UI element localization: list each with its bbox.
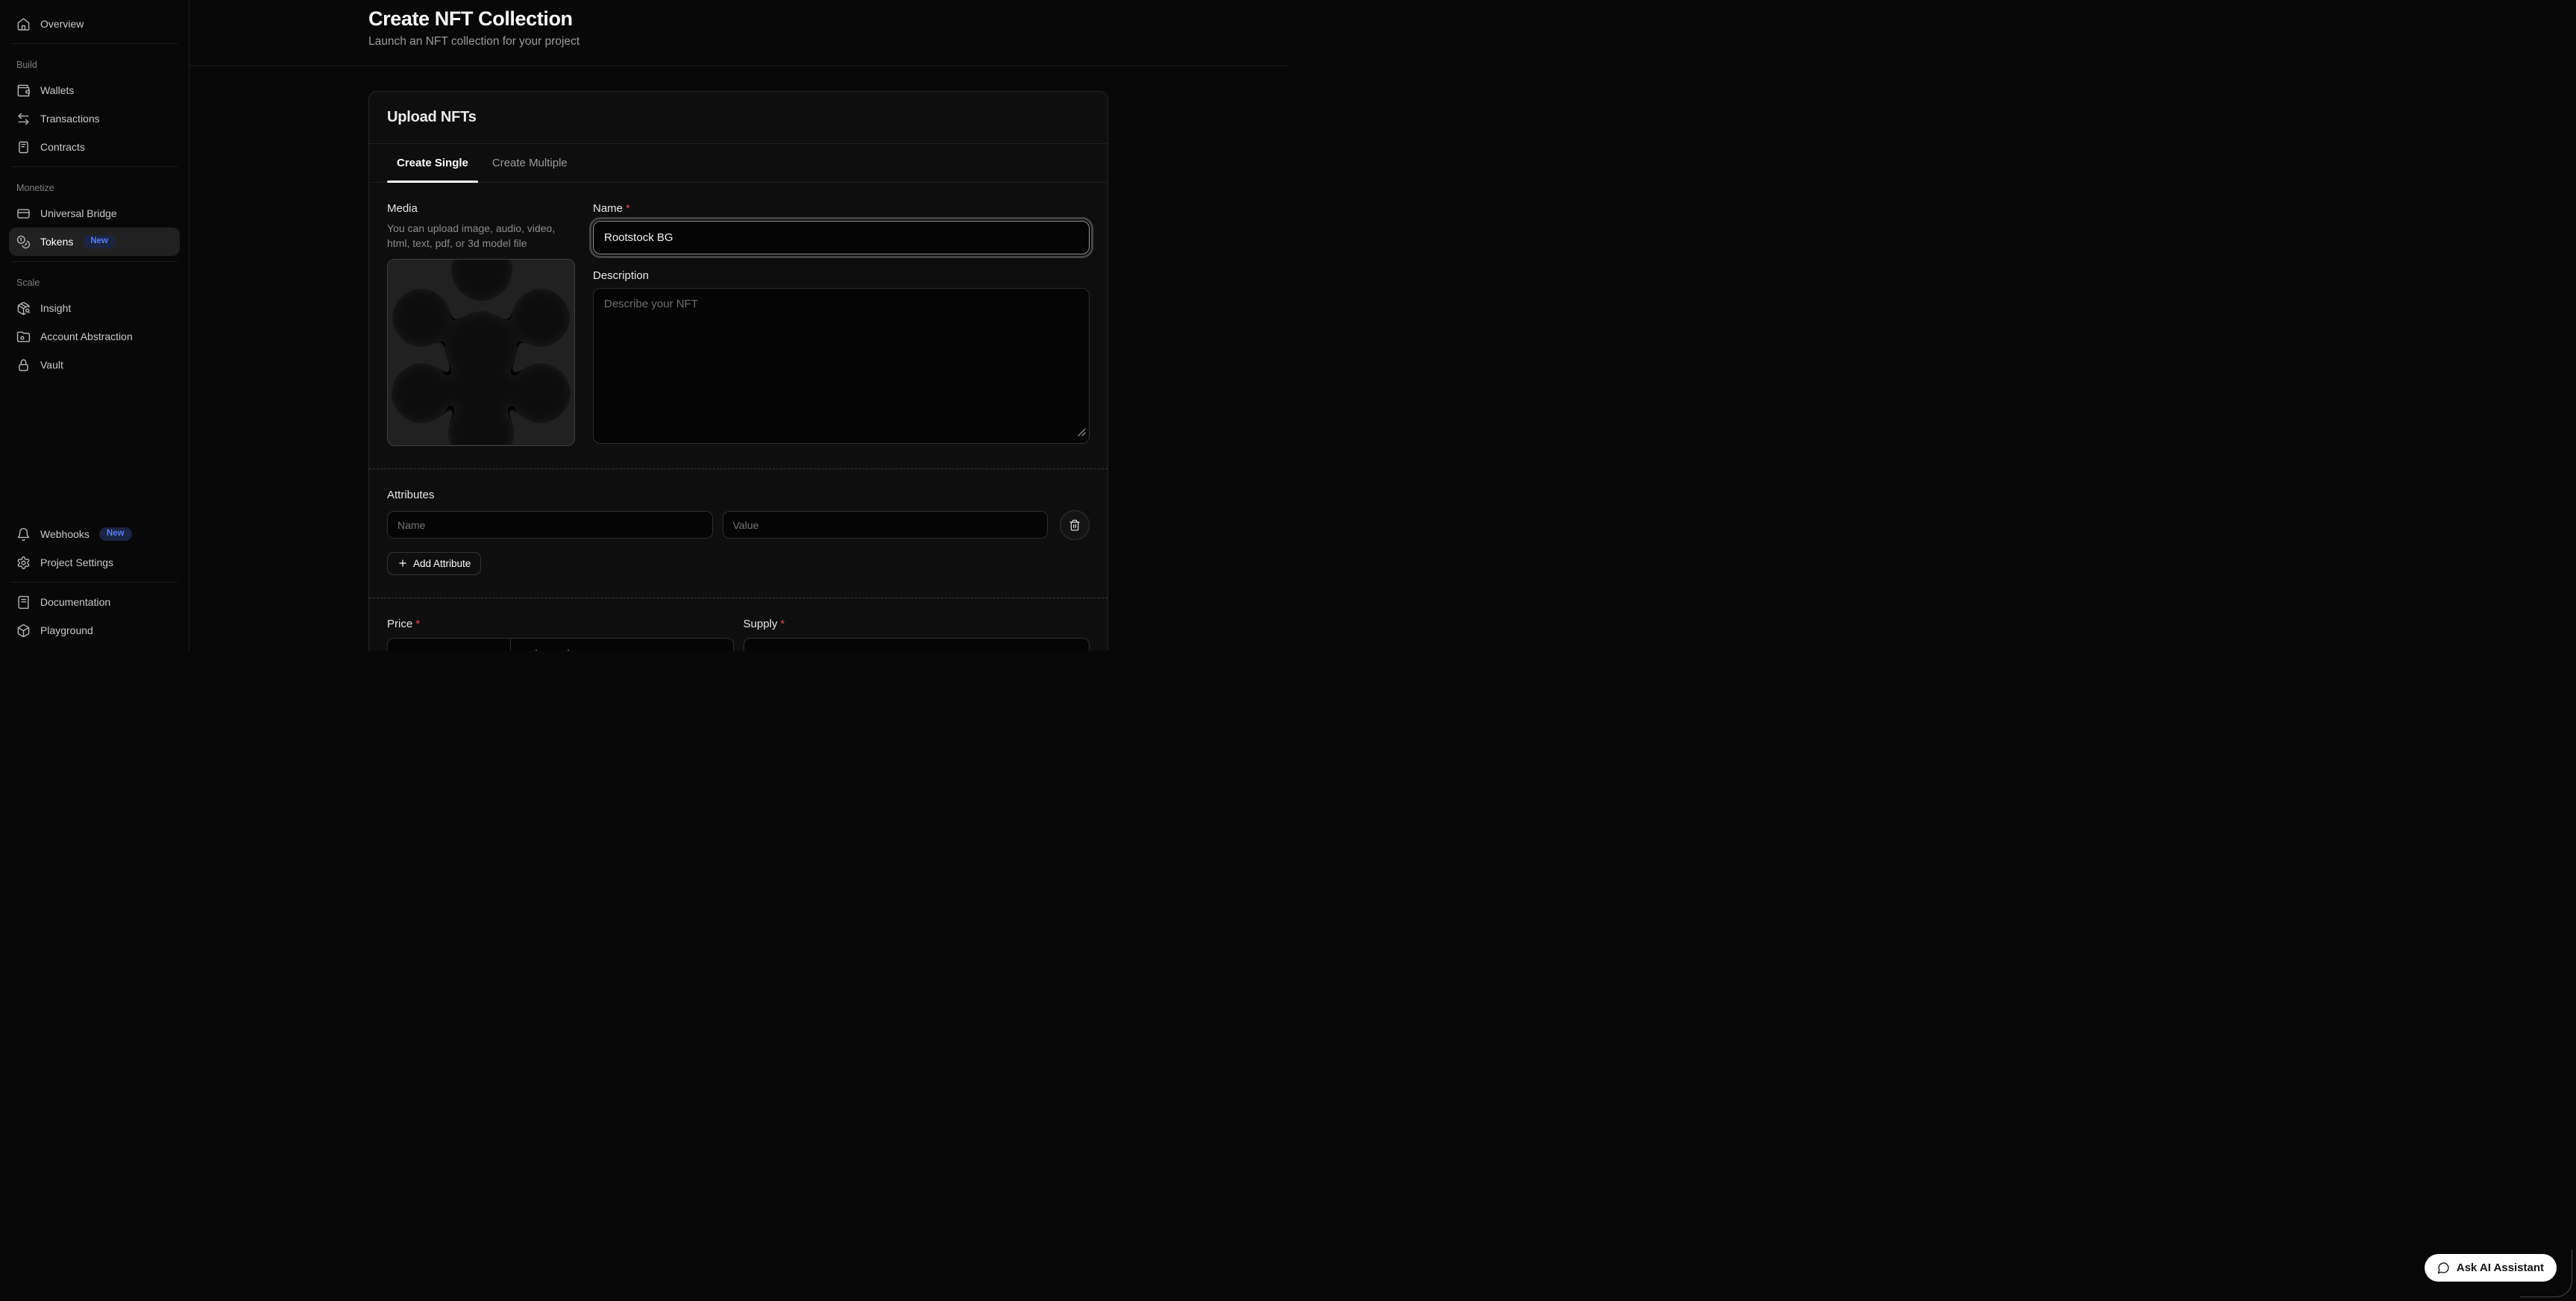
- sidebar-item-label: Documentation: [40, 596, 110, 608]
- chat-bubble-icon: [2437, 1261, 2450, 1274]
- sidebar-item-label: Overview: [40, 18, 84, 30]
- price-amount-input[interactable]: [388, 639, 510, 650]
- price-supply-section: Price* Select Token: [369, 598, 1108, 650]
- required-asterisk: *: [780, 618, 785, 630]
- tab-create-multiple[interactable]: Create Multiple: [483, 144, 577, 182]
- sidebar-item-universal-bridge[interactable]: Universal Bridge: [9, 199, 180, 228]
- supply-label: Supply*: [744, 618, 1090, 630]
- required-asterisk: *: [626, 202, 630, 215]
- nft-name-input[interactable]: [593, 221, 1090, 254]
- sidebar-item-playground[interactable]: Playground: [9, 616, 180, 645]
- book-icon: [16, 595, 31, 609]
- sidebar-spacer: [9, 379, 180, 520]
- sidebar-item-label: Webhooks: [40, 528, 89, 540]
- upload-nfts-card: Upload NFTs Create Single Create Multipl…: [368, 91, 1108, 650]
- main-content: Create NFT Collection Launch an NFT coll…: [189, 0, 1288, 650]
- media-blob-artwork: [388, 260, 574, 445]
- coins-icon: [16, 235, 31, 249]
- token-select-dropdown[interactable]: Select Token: [511, 639, 733, 650]
- sidebar-divider: [11, 166, 178, 167]
- add-attribute-button[interactable]: Add Attribute: [387, 552, 481, 575]
- sidebar: Overview Build Wallets Transactions Cont…: [0, 0, 189, 650]
- attribute-name-input[interactable]: [387, 511, 713, 539]
- sidebar-item-label: Insight: [40, 302, 71, 314]
- price-input-group: Select Token: [387, 638, 734, 650]
- sidebar-item-wallets[interactable]: Wallets: [9, 76, 180, 104]
- trash-icon: [1069, 519, 1081, 531]
- price-label: Price*: [387, 618, 734, 630]
- card-title: Upload NFTs: [387, 109, 1090, 126]
- attribute-row: [387, 510, 1090, 540]
- media-description: You can upload image, audio, video, html…: [387, 221, 575, 251]
- wallet-icon: [16, 84, 31, 98]
- sidebar-item-transactions[interactable]: Transactions: [9, 104, 180, 133]
- ask-ai-assistant-button[interactable]: Ask AI Assistant: [2425, 1254, 2557, 1282]
- form-row: Media You can upload image, audio, video…: [369, 183, 1108, 468]
- delete-attribute-button[interactable]: [1060, 510, 1090, 540]
- new-badge: New: [99, 527, 132, 542]
- media-upload-preview[interactable]: [387, 259, 575, 446]
- supply-input[interactable]: [744, 638, 1090, 650]
- nft-description-textarea[interactable]: [593, 288, 1090, 444]
- supply-column: Supply*: [744, 618, 1090, 650]
- sidebar-item-contracts[interactable]: Contracts: [9, 133, 180, 161]
- sidebar-divider: [11, 43, 178, 44]
- sidebar-item-insight[interactable]: Insight: [9, 294, 180, 322]
- gear-icon: [16, 556, 31, 570]
- chevron-down-icon: [710, 648, 723, 650]
- sidebar-item-project-settings[interactable]: Project Settings: [9, 548, 180, 577]
- page-header: Create NFT Collection Launch an NFT coll…: [189, 0, 1288, 66]
- home-icon: [16, 17, 31, 31]
- sidebar-item-label: Wallets: [40, 84, 74, 96]
- sidebar-item-label: Universal Bridge: [40, 207, 117, 219]
- description-wrap: [593, 288, 1090, 444]
- tab-create-single[interactable]: Create Single: [387, 144, 478, 182]
- sidebar-item-label: Contracts: [40, 141, 85, 153]
- package-search-icon: [16, 301, 31, 316]
- card-header: Upload NFTs: [369, 92, 1108, 144]
- sidebar-divider: [11, 261, 178, 262]
- arrows-left-right-icon: [16, 112, 31, 126]
- sidebar-item-account-abstraction[interactable]: Account Abstraction: [9, 322, 180, 351]
- attributes-label: Attributes: [387, 489, 1090, 501]
- sidebar-section-monetize: Monetize: [9, 172, 180, 199]
- attribute-value-input[interactable]: [723, 511, 1049, 539]
- cube-icon: [16, 624, 31, 638]
- description-label: Description: [593, 269, 1090, 282]
- sidebar-item-label: Tokens: [40, 236, 73, 248]
- page-subtitle: Launch an NFT collection for your projec…: [368, 35, 1288, 48]
- contract-icon: [16, 140, 31, 154]
- sidebar-item-label: Playground: [40, 624, 93, 636]
- new-badge: New: [83, 235, 116, 249]
- bell-icon: [16, 527, 31, 542]
- sidebar-section-scale: Scale: [9, 267, 180, 294]
- sidebar-divider: [11, 582, 178, 583]
- plus-icon: [398, 558, 408, 568]
- sidebar-item-label: Vault: [40, 359, 63, 371]
- sidebar-item-vault[interactable]: Vault: [9, 351, 180, 379]
- fields-column: Name* Description: [593, 202, 1090, 446]
- required-asterisk: *: [415, 618, 420, 630]
- credit-card-icon: [16, 207, 31, 221]
- app-root: Overview Build Wallets Transactions Cont…: [0, 0, 1288, 650]
- lock-icon: [16, 358, 31, 372]
- attributes-section: Attributes Add Attribute: [369, 469, 1108, 598]
- sidebar-item-overview[interactable]: Overview: [9, 10, 180, 38]
- price-column: Price* Select Token: [387, 618, 734, 650]
- name-label: Name*: [593, 202, 1090, 215]
- sidebar-item-label: Transactions: [40, 113, 100, 125]
- sidebar-item-tokens[interactable]: Tokens New: [9, 228, 180, 256]
- media-label: Media: [387, 202, 575, 215]
- media-column: Media You can upload image, audio, video…: [387, 202, 575, 446]
- smart-account-icon: [16, 330, 31, 344]
- tab-bar: Create Single Create Multiple: [369, 144, 1108, 183]
- sidebar-item-label: Account Abstraction: [40, 330, 133, 342]
- sidebar-item-documentation[interactable]: Documentation: [9, 588, 180, 616]
- sidebar-section-build: Build: [9, 49, 180, 76]
- sidebar-item-webhooks[interactable]: Webhooks New: [9, 520, 180, 548]
- sidebar-item-label: Project Settings: [40, 557, 113, 568]
- page-title: Create NFT Collection: [368, 7, 1288, 31]
